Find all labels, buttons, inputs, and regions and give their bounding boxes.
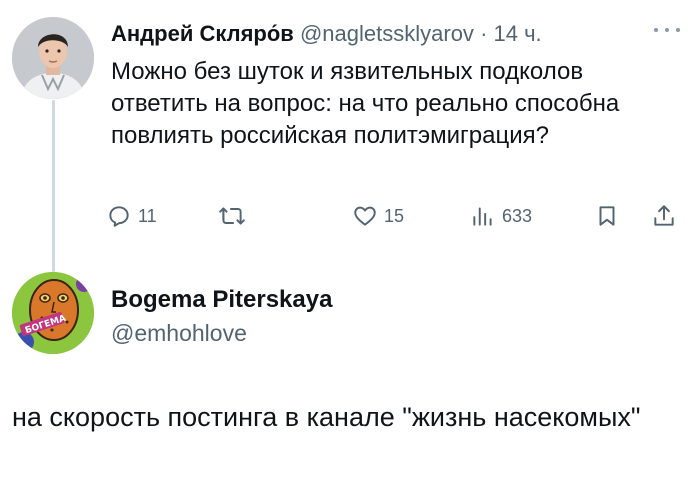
views-icon: [473, 207, 492, 226]
tweet1-author-name[interactable]: Андрей Скляро́в: [111, 21, 294, 46]
reply-icon: [109, 206, 129, 227]
tweet1-text: Можно без шуток и язвительных подколов о…: [111, 58, 620, 149]
tweet1-timestamp[interactable]: 14 ч.: [494, 21, 542, 46]
bookmark-button[interactable]: [594, 198, 620, 234]
retweet-button[interactable]: [218, 198, 252, 234]
heart-icon: [354, 206, 376, 226]
reply-count: 11: [138, 205, 157, 226]
bogema-avatar-image: БОГЕМА: [12, 272, 94, 354]
tweet2-author-name[interactable]: Bogema Piterskaya: [111, 285, 332, 315]
reply-button[interactable]: 11: [106, 198, 157, 234]
retweet-icon: [219, 207, 245, 225]
avatar-bogema[interactable]: БОГЕМА: [12, 272, 94, 354]
avatar-andrey[interactable]: [12, 17, 94, 99]
more-options-icon[interactable]: [654, 20, 680, 40]
person-avatar-image: [12, 17, 94, 99]
tweet2-text: на скорость постинга в канале "жизнь нас…: [12, 402, 641, 432]
tweet1-header: Андрей Скляро́в @nagletssklyarov · 14 ч.: [111, 17, 691, 51]
bookmark-icon: [599, 206, 615, 226]
views-count: 633: [502, 205, 533, 226]
thread-connector-line: [52, 100, 55, 272]
tweet1-separator: ·: [480, 21, 488, 46]
like-button[interactable]: 15: [352, 198, 404, 234]
like-count: 15: [384, 205, 405, 226]
tweet1-action-bar: 11 15 633: [106, 198, 686, 234]
tweet1-author-handle[interactable]: @nagletssklyarov: [300, 21, 474, 46]
share-icon: [654, 205, 674, 226]
tweet2-author-handle[interactable]: @emhohlove: [111, 318, 247, 348]
share-button[interactable]: [651, 198, 677, 234]
views-button[interactable]: 633: [470, 198, 532, 234]
